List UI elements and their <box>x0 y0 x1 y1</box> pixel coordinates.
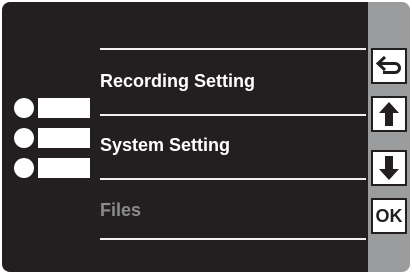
indicator-dot <box>14 158 34 178</box>
menu-item-recording-setting[interactable]: Recording Setting <box>100 70 255 92</box>
indicator-bar <box>38 158 90 178</box>
menu-divider <box>100 114 366 116</box>
arrow-down-icon <box>379 156 399 180</box>
ok-label: OK <box>375 205 403 226</box>
device-frame: Recording Setting System Setting Files O… <box>0 0 412 274</box>
back-button[interactable] <box>371 48 407 84</box>
indicator-bar <box>38 128 90 148</box>
menu-screen: Recording Setting System Setting Files <box>2 2 370 272</box>
indicator-bar <box>38 98 90 118</box>
page-indicator <box>14 128 90 148</box>
page-indicator <box>14 98 90 118</box>
down-button[interactable] <box>371 150 407 186</box>
menu-item-files: Files <box>100 200 142 220</box>
arrow-up-icon <box>379 102 399 126</box>
page-indicator <box>14 158 90 178</box>
indicator-dot <box>14 128 34 148</box>
up-button[interactable] <box>371 96 407 132</box>
indicator-dot <box>14 98 34 118</box>
menu-divider <box>100 48 366 50</box>
ok-button[interactable]: OK <box>371 198 407 234</box>
return-arrow-icon <box>375 55 401 74</box>
menu-item-system-setting[interactable]: System Setting <box>100 134 230 156</box>
menu-divider <box>100 178 366 180</box>
menu-divider <box>100 238 366 240</box>
